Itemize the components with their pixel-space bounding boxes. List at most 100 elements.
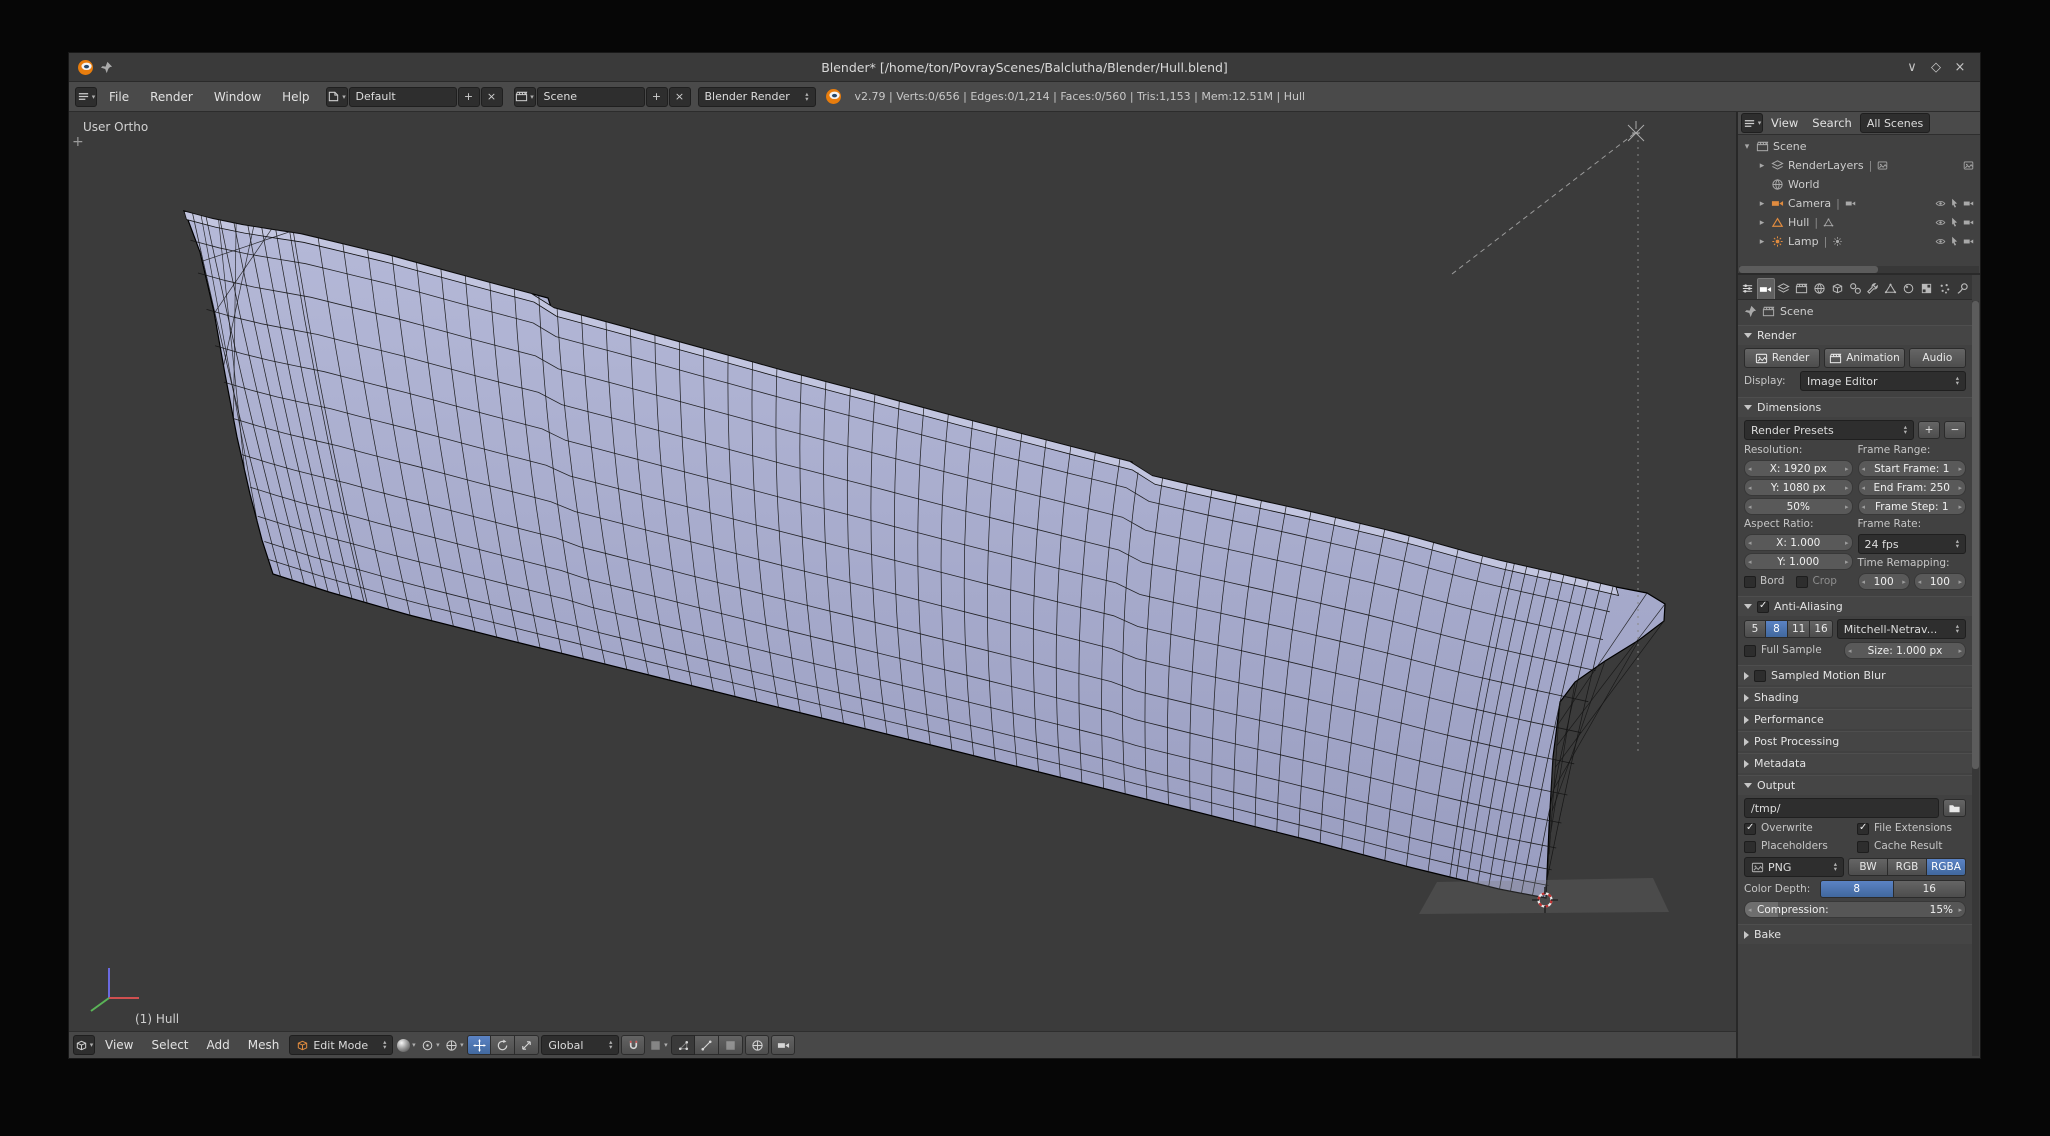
preset-remove-button[interactable]: − bbox=[1944, 421, 1966, 439]
channels-bw-button[interactable]: BW bbox=[1848, 858, 1888, 876]
add-menu[interactable]: Add bbox=[199, 1032, 238, 1058]
expander-icon[interactable]: ▸ bbox=[1757, 199, 1767, 209]
scene-name-field[interactable]: Scene bbox=[537, 87, 645, 107]
editor-type-button[interactable] bbox=[1741, 113, 1763, 133]
section-dimensions[interactable]: Dimensions bbox=[1738, 397, 1972, 417]
close-button[interactable]: × bbox=[1950, 57, 1970, 77]
aspect-y-field[interactable]: Y: 1.000 bbox=[1744, 553, 1853, 570]
collapse-triangle-icon[interactable] bbox=[1744, 931, 1749, 939]
mesh-menu[interactable]: Mesh bbox=[240, 1032, 288, 1058]
select-mode-vertex-button[interactable] bbox=[671, 1035, 695, 1055]
section-bake[interactable]: Bake bbox=[1738, 924, 1972, 944]
3d-viewport[interactable]: User Ortho + (1) Hull View Select Add Me… bbox=[69, 112, 1738, 1058]
expander-icon[interactable]: ▸ bbox=[1757, 218, 1767, 228]
remap-old-field[interactable]: 100 bbox=[1858, 573, 1910, 590]
pivot-point-dropdown[interactable] bbox=[419, 1035, 441, 1055]
occlude-geometry-button[interactable] bbox=[745, 1035, 769, 1055]
aa-samples-16-button[interactable]: 16 bbox=[1810, 620, 1832, 638]
color-depth-8-button[interactable]: 8 bbox=[1820, 880, 1894, 898]
section-post-processing[interactable]: Post Processing bbox=[1738, 731, 1972, 751]
maximize-button[interactable]: ◇ bbox=[1926, 57, 1946, 77]
animation-button[interactable]: Animation bbox=[1824, 348, 1905, 368]
collapse-triangle-icon[interactable] bbox=[1744, 672, 1749, 680]
tab-world[interactable] bbox=[1810, 278, 1828, 299]
outliner-item-renderlayers[interactable]: ▸ RenderLayers | bbox=[1742, 156, 1980, 175]
color-depth-16-button[interactable]: 16 bbox=[1894, 880, 1967, 898]
open-folder-button[interactable] bbox=[1943, 799, 1966, 817]
tab-material[interactable] bbox=[1900, 278, 1918, 299]
mode-dropdown[interactable]: Edit Mode bbox=[289, 1035, 393, 1055]
pin-icon[interactable] bbox=[1744, 305, 1757, 318]
start-frame-field[interactable]: Start Frame: 1 bbox=[1858, 460, 1967, 477]
outliner-display-dropdown[interactable]: All Scenes bbox=[1860, 113, 1930, 133]
output-path-field[interactable]: /tmp/ bbox=[1744, 798, 1939, 818]
aa-filter-dropdown[interactable]: Mitchell-Netrav... bbox=[1837, 619, 1966, 639]
properties-scrollbar[interactable] bbox=[1972, 301, 1979, 1056]
collapse-triangle-icon[interactable] bbox=[1744, 333, 1752, 338]
outliner-search-menu[interactable]: Search bbox=[1806, 112, 1858, 134]
renderability-camera-icon[interactable] bbox=[1963, 198, 1974, 209]
aspect-x-field[interactable]: X: 1.000 bbox=[1744, 534, 1853, 551]
help-menu[interactable]: Help bbox=[273, 82, 318, 111]
select-mode-face-button[interactable] bbox=[719, 1035, 743, 1055]
toolshelf-expand-icon[interactable]: + bbox=[72, 134, 84, 150]
tab-texture[interactable] bbox=[1917, 278, 1935, 299]
frame-step-field[interactable]: Frame Step: 1 bbox=[1858, 498, 1967, 515]
render-menu[interactable]: Render bbox=[141, 82, 202, 111]
hull-mesh[interactable] bbox=[184, 211, 1665, 898]
channels-rgba-button[interactable]: RGBA bbox=[1927, 858, 1966, 876]
aa-samples-8-button[interactable]: 8 bbox=[1766, 620, 1788, 638]
viewport-shading-dropdown[interactable] bbox=[395, 1035, 417, 1055]
scene-delete-button[interactable]: × bbox=[669, 87, 691, 107]
outliner-horizontal-scrollbar[interactable] bbox=[1739, 266, 1979, 273]
scrollbar-thumb[interactable] bbox=[1972, 301, 1979, 769]
display-dropdown[interactable]: Image Editor bbox=[1800, 371, 1966, 391]
transform-orientation-dropdown[interactable]: Global bbox=[541, 1035, 619, 1055]
section-metadata[interactable]: Metadata bbox=[1738, 753, 1972, 773]
section-anti-aliasing[interactable]: Anti-Aliasing bbox=[1738, 596, 1972, 616]
outliner-view-menu[interactable]: View bbox=[1765, 112, 1804, 134]
screen-layout-delete-button[interactable]: × bbox=[481, 87, 503, 107]
expander-icon[interactable]: ▾ bbox=[1742, 142, 1752, 152]
outliner-item-lamp[interactable]: ▸ Lamp | bbox=[1742, 232, 1980, 251]
renderability-camera-icon[interactable] bbox=[1963, 217, 1974, 228]
scene-browse-button[interactable] bbox=[514, 87, 536, 107]
resolution-x-field[interactable]: X: 1920 px bbox=[1744, 460, 1853, 477]
snap-magnet-button[interactable] bbox=[621, 1035, 645, 1055]
tab-object[interactable] bbox=[1828, 278, 1846, 299]
fps-dropdown[interactable]: 24 fps bbox=[1858, 534, 1967, 554]
preset-add-button[interactable]: + bbox=[1918, 421, 1940, 439]
tab-render-layers[interactable] bbox=[1775, 278, 1793, 299]
file-extensions-checkbox[interactable] bbox=[1857, 823, 1869, 835]
file-menu[interactable]: File bbox=[100, 82, 138, 111]
tab-render[interactable] bbox=[1757, 278, 1775, 299]
tab-scene[interactable] bbox=[1793, 278, 1811, 299]
collapse-triangle-icon[interactable] bbox=[1744, 405, 1752, 410]
viewport-canvas[interactable] bbox=[69, 112, 1738, 1033]
overwrite-checkbox[interactable] bbox=[1744, 823, 1756, 835]
window-titlebar[interactable]: Blender* [/home/ton/PovrayScenes/Balclut… bbox=[69, 53, 1980, 82]
editor-type-button[interactable] bbox=[1739, 278, 1757, 299]
outliner-item-hull[interactable]: ▸ Hull | bbox=[1742, 213, 1980, 232]
cache-result-checkbox[interactable] bbox=[1857, 841, 1869, 853]
collapse-triangle-icon[interactable] bbox=[1744, 694, 1749, 702]
manipulator-rotate-button[interactable] bbox=[491, 1035, 515, 1055]
window-menu[interactable]: Window bbox=[205, 82, 270, 111]
audio-button[interactable]: Audio bbox=[1909, 348, 1966, 368]
collapse-triangle-icon[interactable] bbox=[1744, 760, 1749, 768]
selectability-cursor-icon[interactable] bbox=[1949, 198, 1960, 209]
collapse-triangle-icon[interactable] bbox=[1744, 604, 1752, 609]
scene-add-button[interactable]: + bbox=[646, 87, 668, 107]
screen-layout-name-field[interactable]: Default bbox=[349, 87, 457, 107]
tab-physics[interactable] bbox=[1953, 278, 1971, 299]
screen-layout-browse-button[interactable] bbox=[326, 87, 348, 107]
tab-particles[interactable] bbox=[1935, 278, 1953, 299]
placeholders-checkbox[interactable] bbox=[1744, 841, 1756, 853]
collapse-triangle-icon[interactable] bbox=[1744, 716, 1749, 724]
motion-blur-checkbox[interactable] bbox=[1754, 670, 1766, 682]
render-button[interactable]: Render bbox=[1744, 348, 1820, 368]
tab-data[interactable] bbox=[1882, 278, 1900, 299]
selectability-cursor-icon[interactable] bbox=[1949, 217, 1960, 228]
tab-modifiers[interactable] bbox=[1864, 278, 1882, 299]
resolution-percentage-field[interactable]: 50% bbox=[1744, 498, 1853, 515]
